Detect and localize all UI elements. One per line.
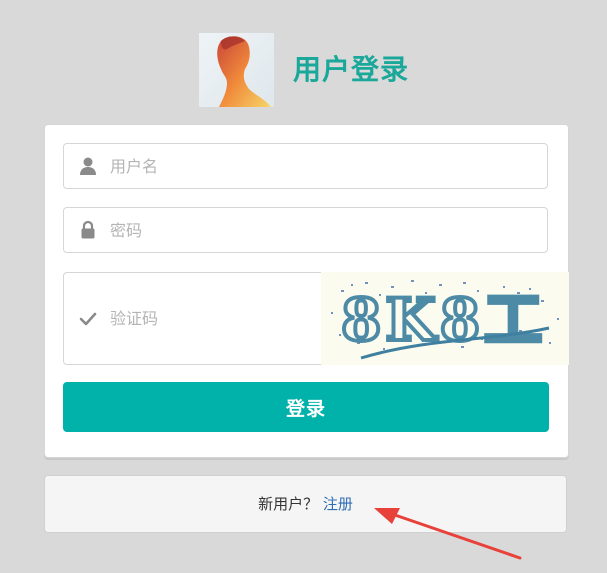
captcha-field: [63, 272, 321, 365]
login-button[interactable]: 登录: [63, 382, 549, 432]
password-input[interactable]: [110, 208, 510, 252]
captcha-input[interactable]: [110, 273, 310, 364]
login-form: 8K8工 登录: [44, 124, 569, 458]
check-icon: [78, 309, 98, 329]
page-title: 用户登录: [293, 53, 410, 86]
username-input[interactable]: [110, 144, 510, 188]
lock-icon: [78, 220, 98, 240]
avatar: [199, 33, 274, 107]
register-prompt-box: 新用户？ 注册: [44, 475, 567, 533]
captcha-text: 8K8工: [341, 286, 546, 354]
username-field: [63, 143, 548, 189]
register-link[interactable]: 注册: [323, 495, 353, 513]
register-prompt-text: 新用户？: [258, 495, 319, 513]
password-field: [63, 207, 548, 253]
captcha-image[interactable]: 8K8工: [321, 272, 569, 365]
login-header: 用户登录: [0, 32, 607, 108]
user-icon: [78, 156, 98, 176]
